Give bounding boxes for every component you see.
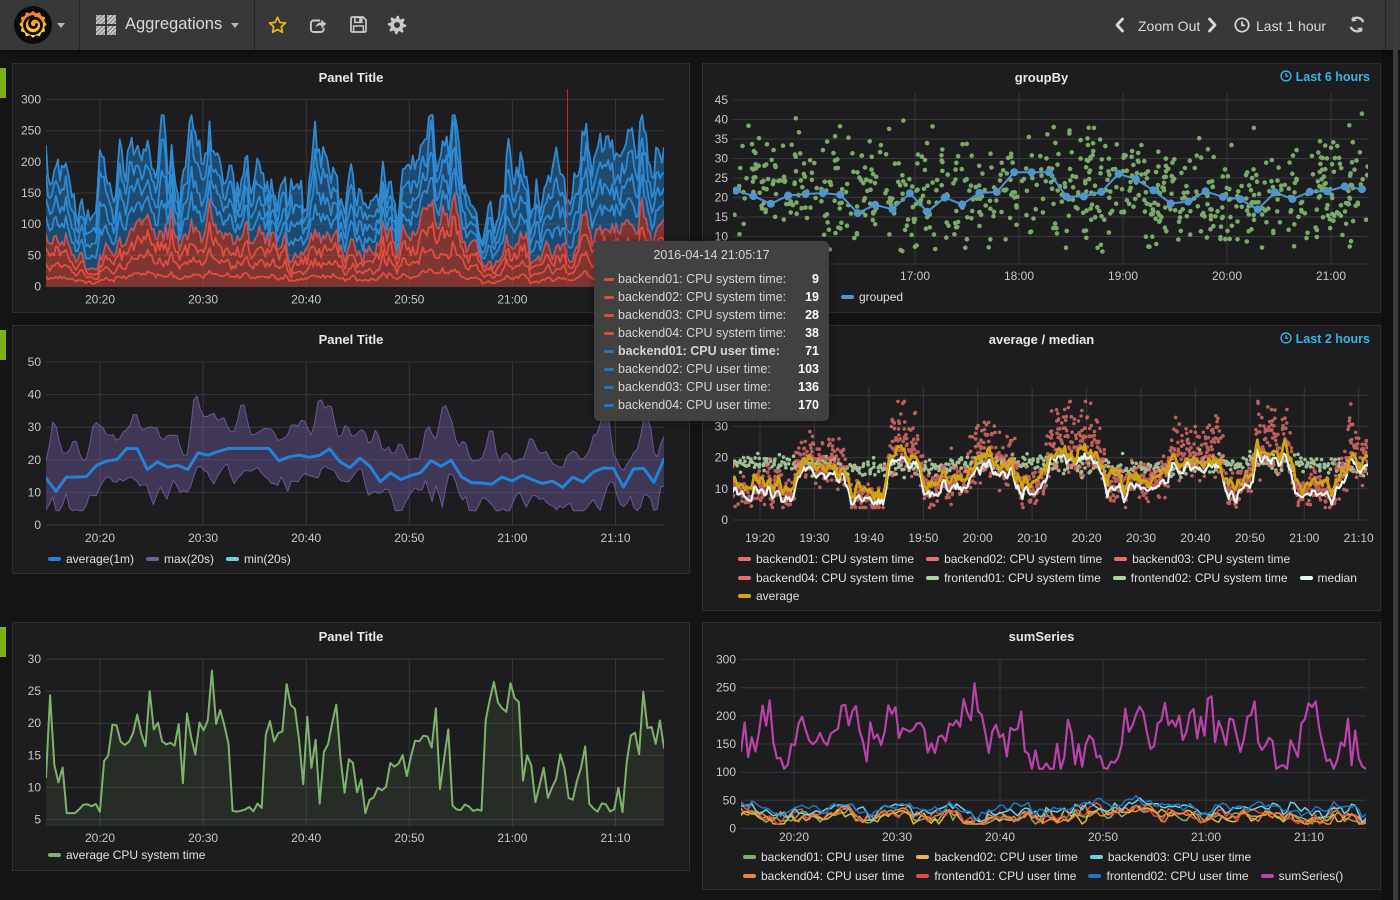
svg-text:0: 0 — [34, 518, 41, 532]
svg-text:40: 40 — [28, 388, 42, 402]
svg-text:300: 300 — [716, 653, 736, 667]
svg-text:10: 10 — [715, 482, 729, 496]
svg-text:18:00: 18:00 — [1004, 269, 1034, 283]
svg-text:10: 10 — [28, 485, 42, 499]
svg-text:21:00: 21:00 — [1191, 830, 1221, 844]
svg-text:20:20: 20:20 — [85, 531, 115, 545]
svg-text:300: 300 — [21, 93, 41, 107]
svg-text:20:30: 20:30 — [188, 531, 218, 545]
svg-text:17:00: 17:00 — [900, 269, 930, 283]
svg-text:20:30: 20:30 — [188, 293, 218, 307]
svg-text:19:40: 19:40 — [854, 531, 884, 545]
svg-text:20:50: 20:50 — [394, 531, 424, 545]
svg-text:20:40: 20:40 — [985, 830, 1015, 844]
svg-text:30: 30 — [715, 152, 729, 166]
svg-text:20:20: 20:20 — [85, 293, 115, 307]
svg-text:21:10: 21:10 — [600, 831, 630, 845]
svg-text:35: 35 — [715, 132, 729, 146]
svg-text:20:00: 20:00 — [963, 531, 993, 545]
svg-text:50: 50 — [723, 793, 737, 807]
svg-text:20:40: 20:40 — [1180, 531, 1210, 545]
svg-text:5: 5 — [34, 813, 41, 827]
svg-text:0: 0 — [721, 513, 728, 527]
svg-text:0: 0 — [729, 822, 736, 836]
svg-text:20:30: 20:30 — [1126, 531, 1156, 545]
svg-text:20:10: 20:10 — [1017, 531, 1047, 545]
svg-text:100: 100 — [21, 217, 41, 231]
svg-text:150: 150 — [716, 737, 736, 751]
svg-text:21:00: 21:00 — [1289, 531, 1319, 545]
svg-text:21:00: 21:00 — [497, 831, 527, 845]
svg-text:20:20: 20:20 — [85, 831, 115, 845]
svg-text:19:50: 19:50 — [908, 531, 938, 545]
svg-text:19:30: 19:30 — [799, 531, 829, 545]
svg-text:45: 45 — [715, 93, 729, 107]
svg-text:250: 250 — [716, 681, 736, 695]
svg-text:20:50: 20:50 — [1088, 830, 1118, 844]
svg-text:21:10: 21:10 — [600, 531, 630, 545]
svg-text:30: 30 — [715, 419, 729, 433]
svg-text:19:00: 19:00 — [1108, 269, 1138, 283]
svg-text:21:00: 21:00 — [497, 293, 527, 307]
svg-text:20: 20 — [28, 716, 42, 730]
svg-text:200: 200 — [21, 155, 41, 169]
svg-text:30: 30 — [28, 652, 42, 666]
svg-text:21:00: 21:00 — [1316, 269, 1346, 283]
svg-text:20:40: 20:40 — [291, 531, 321, 545]
svg-text:20:20: 20:20 — [779, 830, 809, 844]
svg-text:20:30: 20:30 — [188, 831, 218, 845]
svg-text:50: 50 — [28, 248, 42, 262]
svg-text:21:00: 21:00 — [497, 531, 527, 545]
svg-text:200: 200 — [716, 709, 736, 723]
svg-text:21:10: 21:10 — [1344, 531, 1374, 545]
svg-text:15: 15 — [715, 210, 729, 224]
svg-text:20:50: 20:50 — [1235, 531, 1265, 545]
svg-text:10: 10 — [28, 780, 42, 794]
svg-text:20:20: 20:20 — [1072, 531, 1102, 545]
svg-text:20:50: 20:50 — [394, 831, 424, 845]
svg-text:50: 50 — [28, 355, 42, 369]
svg-text:30: 30 — [28, 420, 42, 434]
svg-text:250: 250 — [21, 124, 41, 138]
svg-text:20:30: 20:30 — [882, 830, 912, 844]
svg-text:20:40: 20:40 — [291, 293, 321, 307]
svg-text:25: 25 — [28, 684, 42, 698]
svg-text:20:50: 20:50 — [394, 293, 424, 307]
svg-text:150: 150 — [21, 186, 41, 200]
svg-text:20: 20 — [715, 451, 729, 465]
svg-text:20:00: 20:00 — [1212, 269, 1242, 283]
svg-text:21:10: 21:10 — [1294, 830, 1324, 844]
svg-text:0: 0 — [34, 280, 41, 294]
svg-text:25: 25 — [715, 171, 729, 185]
svg-text:20: 20 — [715, 191, 729, 205]
svg-text:20: 20 — [28, 453, 42, 467]
svg-text:100: 100 — [716, 765, 736, 779]
svg-text:19:20: 19:20 — [745, 531, 775, 545]
svg-text:40: 40 — [715, 113, 729, 127]
svg-text:20:40: 20:40 — [291, 831, 321, 845]
svg-text:15: 15 — [28, 748, 42, 762]
